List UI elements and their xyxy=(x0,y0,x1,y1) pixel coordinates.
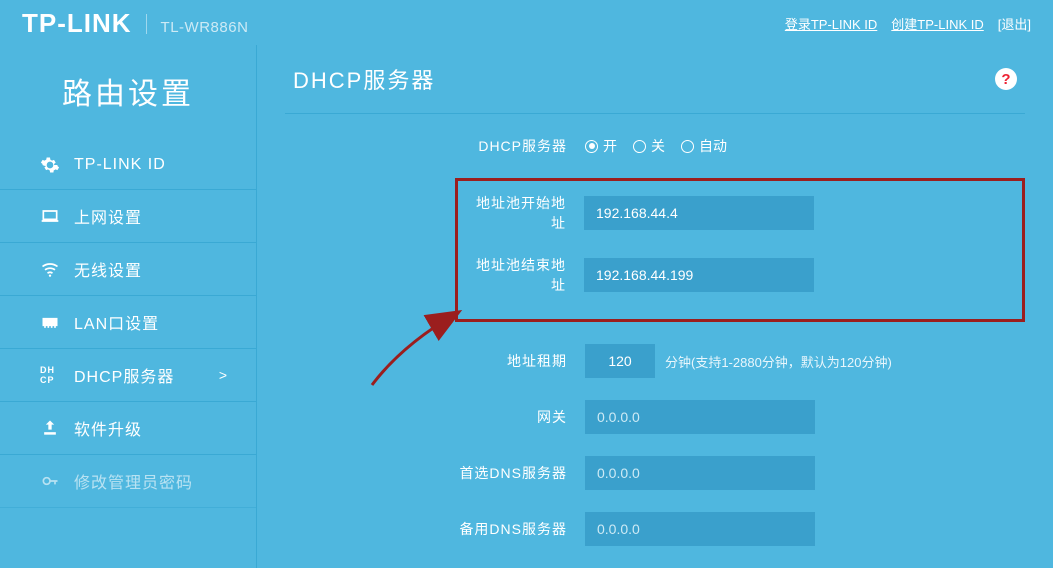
sidebar-item-label: TP-LINK ID xyxy=(74,156,166,174)
lease-input[interactable] xyxy=(585,344,655,378)
sidebar: 路由设置 TP-LINK ID 上网设置 无线设置 LAN口设置 xyxy=(0,45,256,568)
label-dns1: 首选DNS服务器 xyxy=(285,463,585,483)
end-ip-input[interactable] xyxy=(584,258,814,292)
row-dns1: 首选DNS服务器 0.0.0.0 xyxy=(285,456,1025,490)
sidebar-item-label: LAN口设置 xyxy=(74,310,159,334)
sidebar-item-lan[interactable]: LAN口设置 xyxy=(0,296,256,349)
sidebar-item-label: 无线设置 xyxy=(74,257,142,281)
laptop-icon xyxy=(40,206,60,226)
radio-auto[interactable]: 自动 xyxy=(681,136,727,156)
label-dns2: 备用DNS服务器 xyxy=(285,519,585,539)
sidebar-item-label: 修改管理员密码 xyxy=(74,469,193,493)
gear-icon xyxy=(40,155,60,175)
create-id-link[interactable]: 创建TP-LINK ID xyxy=(891,14,983,33)
help-icon[interactable]: ? xyxy=(995,68,1017,90)
brand-model: TL-WR886N xyxy=(161,19,249,36)
chevron-right-icon: > xyxy=(219,367,228,383)
dns1-value[interactable]: 0.0.0.0 xyxy=(585,456,815,490)
radio-off[interactable]: 关 xyxy=(633,136,665,156)
ethernet-icon xyxy=(40,312,60,332)
upgrade-icon xyxy=(40,418,60,438)
main-title: DHCP服务器 xyxy=(293,63,435,95)
row-dns2: 备用DNS服务器 0.0.0.0 xyxy=(285,512,1025,546)
lease-hint: 分钟(支持1-2880分钟，默认为120分钟) xyxy=(665,352,892,371)
sidebar-item-label: 软件升级 xyxy=(74,416,142,440)
radio-on[interactable]: 开 xyxy=(585,136,617,156)
row-gateway: 网关 0.0.0.0 xyxy=(285,400,1025,434)
row-lease: 地址租期 分钟(支持1-2880分钟，默认为120分钟) xyxy=(285,344,1025,378)
label-dhcp: DHCP服务器 xyxy=(285,136,585,156)
sidebar-item-admin-pwd[interactable]: 修改管理员密码 xyxy=(0,455,256,508)
sidebar-item-wireless[interactable]: 无线设置 xyxy=(0,243,256,296)
row-start-ip: 地址池开始地址 xyxy=(464,193,1016,233)
label-start-ip: 地址池开始地址 xyxy=(464,193,584,233)
page-title: 路由设置 xyxy=(0,55,256,141)
key-icon xyxy=(40,471,60,491)
main-panel: DHCP服务器 ? DHCP服务器 开 关 自动 地址池开始地址 地址池结束地址 xyxy=(256,45,1053,568)
app-header: TP-LINK TL-WR886N 登录TP-LINK ID 创建TP-LINK… xyxy=(0,0,1053,39)
sidebar-item-label: 上网设置 xyxy=(74,204,142,228)
dhcp-icon: DHCP xyxy=(40,365,60,385)
brand-block: TP-LINK TL-WR886N xyxy=(22,8,248,39)
login-link[interactable]: 登录TP-LINK ID xyxy=(785,14,877,33)
sidebar-item-wan[interactable]: 上网设置 xyxy=(0,190,256,243)
brand-separator xyxy=(146,14,147,34)
sidebar-item-label: DHCP服务器 xyxy=(74,363,174,387)
logout-link[interactable]: [退出] xyxy=(998,14,1031,33)
row-dhcp-toggle: DHCP服务器 开 关 自动 xyxy=(285,136,1025,156)
sidebar-item-tplink-id[interactable]: TP-LINK ID xyxy=(0,141,256,190)
dns2-value[interactable]: 0.0.0.0 xyxy=(585,512,815,546)
gateway-value[interactable]: 0.0.0.0 xyxy=(585,400,815,434)
label-end-ip: 地址池结束地址 xyxy=(464,255,584,295)
label-lease: 地址租期 xyxy=(285,351,585,371)
brand-logo: TP-LINK xyxy=(22,8,132,39)
sidebar-item-dhcp[interactable]: DHCP DHCP服务器 > xyxy=(0,349,256,402)
header-links: 登录TP-LINK ID 创建TP-LINK ID [退出] xyxy=(785,14,1031,33)
start-ip-input[interactable] xyxy=(584,196,814,230)
sidebar-item-upgrade[interactable]: 软件升级 xyxy=(0,402,256,455)
wifi-icon xyxy=(40,259,60,279)
row-end-ip: 地址池结束地址 xyxy=(464,255,1016,295)
highlight-box: 地址池开始地址 地址池结束地址 xyxy=(455,178,1025,322)
label-gateway: 网关 xyxy=(285,407,585,427)
